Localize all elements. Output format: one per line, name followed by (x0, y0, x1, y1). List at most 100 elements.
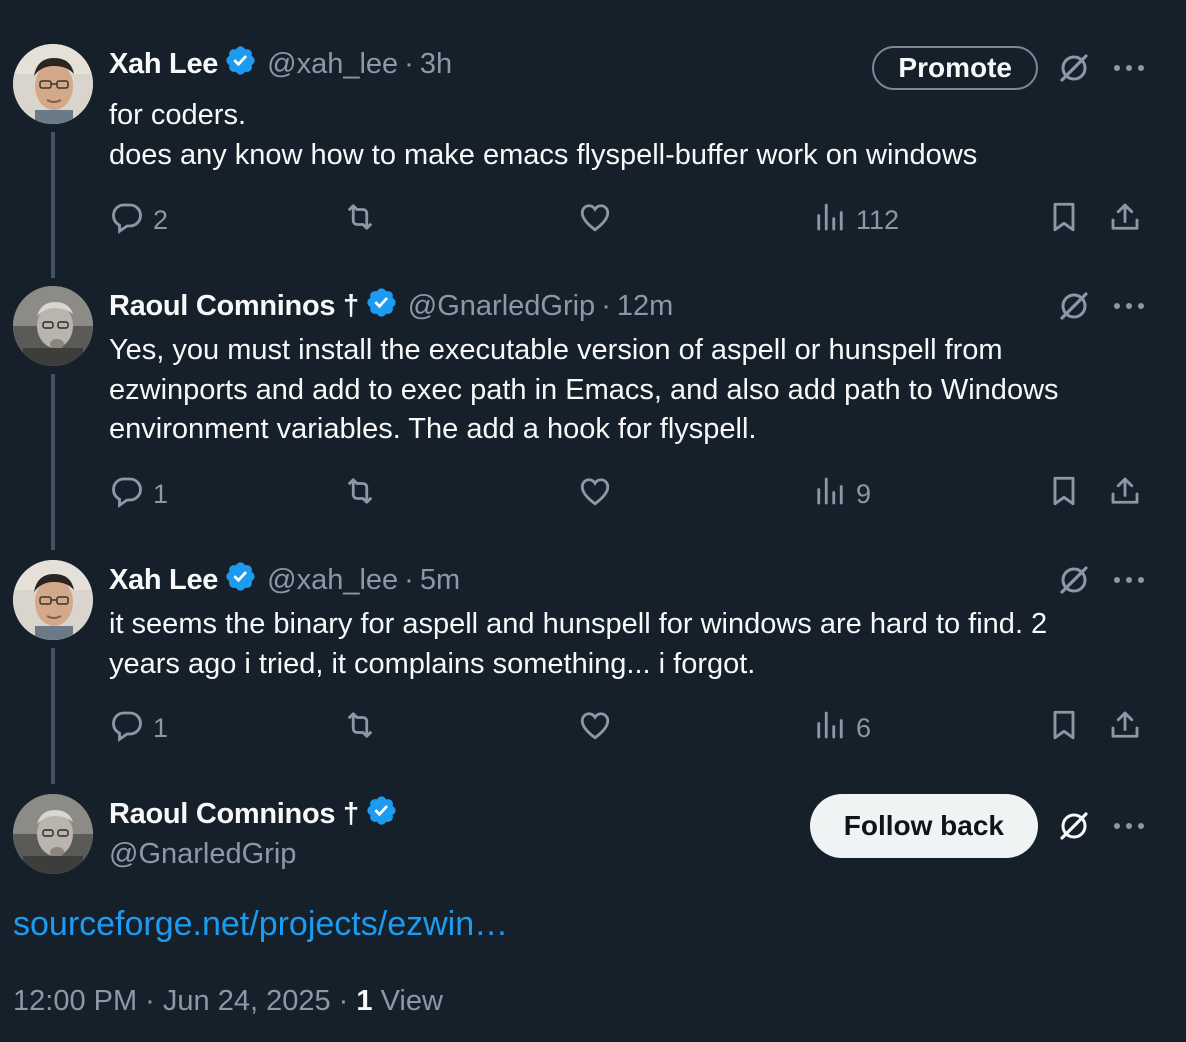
bookmark-button[interactable] (1046, 472, 1082, 516)
repost-icon (342, 707, 378, 750)
reply-icon (109, 473, 145, 516)
tweet-time[interactable]: 3h (420, 48, 452, 81)
grok-icon[interactable] (1056, 808, 1092, 844)
like-button[interactable] (577, 472, 621, 516)
tweet[interactable]: Xah Lee @xah_lee · 3h Promote for coders… (0, 44, 1186, 254)
views-button[interactable]: 9 (812, 472, 871, 516)
views-count: 6 (856, 712, 872, 743)
repost-button[interactable] (342, 706, 386, 750)
analytics-icon (812, 707, 848, 750)
share-icon (1107, 473, 1143, 516)
tweet-header: Raoul Comninos † @GnarledGrip · 12m (109, 286, 673, 326)
user-handle[interactable]: @xah_lee (267, 48, 398, 81)
repost-button[interactable] (342, 472, 386, 516)
like-button[interactable] (577, 198, 621, 242)
avatar-image (13, 560, 93, 640)
display-name[interactable]: Raoul Comninos † (109, 290, 359, 323)
tweet-top-actions (1056, 560, 1146, 600)
heart-icon (577, 473, 613, 516)
avatar-image (13, 44, 93, 124)
avatar-xah-lee[interactable] (13, 44, 93, 124)
tweet-top-actions: Promote (872, 44, 1146, 92)
tweet-top-actions (1056, 286, 1146, 326)
tweet[interactable]: Xah Lee @xah_lee · 5m it seems the binar… (0, 560, 1186, 770)
tweet-text-line: years ago i tried, it complains somethin… (109, 647, 756, 680)
like-button[interactable] (577, 706, 621, 750)
heart-icon (577, 199, 613, 242)
reply-count: 1 (153, 478, 169, 509)
avatar-raoul-comninos[interactable] (13, 286, 93, 366)
analytics-icon (812, 199, 848, 242)
user-handle[interactable]: @GnarledGrip (408, 290, 595, 323)
display-name[interactable]: Xah Lee (109, 564, 218, 597)
bookmark-icon (1046, 473, 1082, 516)
more-icon[interactable] (1112, 808, 1146, 844)
tweet-text: for coders. does any know how to make em… (109, 96, 977, 175)
tweet-header: Xah Lee @xah_lee · 3h (109, 44, 452, 84)
tweet-actions: 2 112 (109, 198, 1149, 242)
tweet-actions: 1 9 (109, 472, 1149, 516)
repost-button[interactable] (342, 198, 386, 242)
tweet-text-line: for coders. (109, 99, 246, 131)
heart-icon (577, 707, 613, 750)
display-name[interactable]: Xah Lee (109, 48, 218, 81)
tweet-text-line: does any know how to make emacs flyspell… (109, 138, 978, 171)
grok-icon[interactable] (1056, 562, 1092, 598)
tweet-text-line: environment variables. The add a hook fo… (109, 413, 757, 445)
views-count: 9 (856, 478, 872, 509)
reply-icon (109, 199, 145, 242)
reply-button[interactable]: 1 (109, 472, 168, 516)
tweet-actions: 1 6 (109, 706, 1149, 750)
user-handle[interactable]: @xah_lee (267, 564, 398, 597)
share-button[interactable] (1107, 198, 1143, 242)
reply-button[interactable]: 1 (109, 706, 168, 750)
more-icon[interactable] (1112, 50, 1146, 86)
tweet-text-line: Yes, you must install the executable ver… (109, 334, 1003, 366)
tweet-top-actions: Follow back (809, 794, 1146, 858)
verified-badge-icon (218, 560, 267, 601)
tweet-time[interactable]: 5m (420, 564, 460, 597)
avatar-raoul-comninos[interactable] (13, 794, 93, 874)
views-label: View (372, 985, 443, 1017)
separator-dot: · (404, 47, 414, 80)
promote-button[interactable]: Promote (872, 46, 1038, 90)
reply-count: 2 (153, 204, 169, 235)
display-name[interactable]: Raoul Comninos † (109, 798, 359, 831)
bookmark-button[interactable] (1046, 706, 1082, 750)
user-handle[interactable]: @GnarledGrip (109, 838, 296, 871)
focused-tweet-handle-row: @GnarledGrip (109, 834, 296, 874)
tweet-time[interactable]: 12m (617, 290, 673, 323)
share-button[interactable] (1107, 472, 1143, 516)
bookmark-button[interactable] (1046, 198, 1082, 242)
tweet-text-line: ezwinports and add to exec path in Emacs… (109, 373, 1059, 406)
tweet-text: it seems the binary for aspell and hunsp… (109, 605, 1047, 684)
bookmark-icon (1046, 199, 1082, 242)
views-button[interactable]: 112 (812, 198, 899, 242)
reply-icon (109, 707, 145, 750)
more-icon[interactable] (1112, 288, 1146, 324)
avatar-xah-lee[interactable] (13, 560, 93, 640)
tweet-link[interactable]: sourceforge.net/projects/ezwin… (13, 905, 508, 944)
focused-tweet-name-row: Raoul Comninos † (109, 794, 408, 834)
tweet[interactable]: Raoul Comninos † @GnarledGrip · 12m Yes,… (0, 286, 1186, 536)
share-button[interactable] (1107, 706, 1143, 750)
tweet-timestamp[interactable]: 12:00 PM · Jun 24, 2025 · (13, 985, 356, 1017)
views-button[interactable]: 6 (812, 706, 871, 750)
views-count: 112 (856, 204, 900, 235)
separator-dot: · (404, 563, 414, 596)
repost-icon (342, 199, 378, 242)
tweet-header: Xah Lee @xah_lee · 5m (109, 560, 460, 600)
conversation-thread: Xah Lee @xah_lee · 3h Promote for coders… (0, 0, 1186, 1042)
grok-icon[interactable] (1056, 50, 1092, 86)
share-icon (1107, 707, 1143, 750)
tweet-text: Yes, you must install the executable ver… (109, 331, 1059, 450)
grok-icon[interactable] (1056, 288, 1092, 324)
share-icon (1107, 199, 1143, 242)
follow-back-button[interactable]: Follow back (809, 794, 1038, 858)
reply-count: 1 (153, 712, 169, 743)
avatar-image (13, 286, 93, 366)
more-icon[interactable] (1112, 562, 1146, 598)
analytics-icon (812, 473, 848, 516)
repost-icon (342, 473, 378, 516)
reply-button[interactable]: 2 (109, 198, 168, 242)
